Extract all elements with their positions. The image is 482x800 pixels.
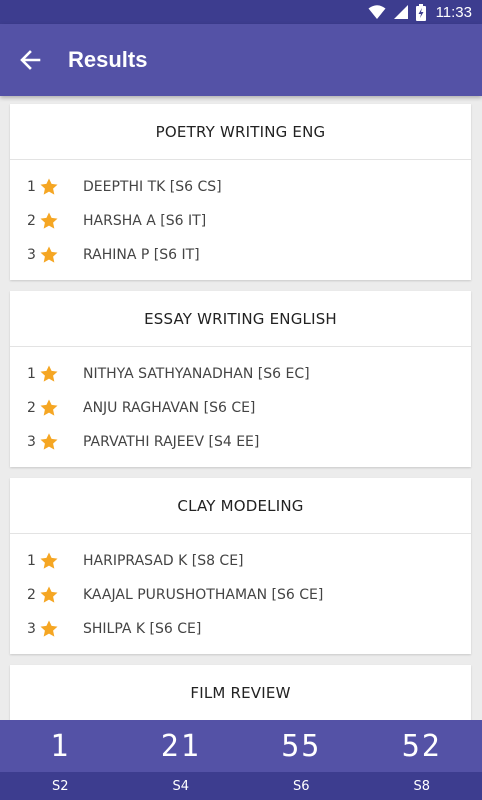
list-item[interactable]: 1 NITHYA SATHYANADHAN [S6 EC] — [10, 357, 471, 391]
status-bar: 11:33 — [0, 0, 482, 24]
star-icon — [40, 365, 58, 382]
label-s8: S8 — [413, 778, 431, 794]
label-s4: S4 — [172, 778, 190, 794]
winner-name: HARSHA A [S6 IT] — [83, 213, 207, 229]
star-icon — [40, 399, 58, 416]
rank: 3 — [27, 621, 36, 637]
winner-name: SHILPA K [S6 CE] — [83, 621, 202, 637]
list-item[interactable]: 3 PARVATHI RAJEEV [S4 EE] — [10, 425, 471, 459]
scoreboard: 1 21 55 52 S2 S4 S6 S8 — [0, 720, 482, 800]
star-icon — [40, 433, 58, 450]
star-icon — [40, 552, 58, 569]
page-title: Results — [68, 47, 148, 72]
winner-name: RAHINA P [S6 IT] — [83, 247, 200, 263]
winner-name: PARVATHI RAJEEV [S4 EE] — [83, 434, 260, 450]
status-time: 11:33 — [435, 3, 472, 21]
signal-icon — [393, 5, 408, 19]
winner-name: ANJU RAGHAVAN [S6 CE] — [83, 400, 256, 416]
score-s2: 1 — [50, 728, 71, 764]
list-item[interactable]: 3 RAHINA P [S6 IT] — [10, 238, 471, 272]
score-s4: 21 — [160, 728, 201, 764]
score-s8: 52 — [401, 728, 442, 764]
rank: 2 — [27, 587, 36, 603]
list-item[interactable]: 1 DEEPTHI TK [S6 CS] — [10, 170, 471, 204]
event-card: CLAY MODELING 1 HARIPRASAD K [S8 CE] 2 K… — [10, 478, 471, 654]
winner-name: NITHYA SATHYANADHAN [S6 EC] — [83, 366, 310, 382]
star-icon — [40, 212, 58, 229]
event-card: POETRY WRITING ENG 1 DEEPTHI TK [S6 CS] … — [10, 104, 471, 280]
label-s6: S6 — [292, 778, 310, 794]
app-bar: Results — [0, 24, 482, 96]
winner-name: DEEPTHI TK [S6 CS] — [83, 179, 222, 195]
rank: 2 — [27, 213, 36, 229]
list-item[interactable]: 2 ANJU RAGHAVAN [S6 CE] — [10, 391, 471, 425]
winner-name: KAAJAL PURUSHOTHAMAN [S6 CE] — [83, 587, 324, 603]
rank: 3 — [27, 434, 36, 450]
rank: 3 — [27, 247, 36, 263]
event-title: CLAY MODELING — [10, 478, 471, 534]
score-s6: 55 — [281, 728, 322, 764]
event-title: POETRY WRITING ENG — [10, 104, 471, 160]
event-card: ESSAY WRITING ENGLISH 1 NITHYA SATHYANAD… — [10, 291, 471, 467]
back-button[interactable] — [0, 24, 60, 96]
list-item[interactable]: 3 SHILPA K [S6 CE] — [10, 612, 471, 646]
label-s2: S2 — [51, 778, 69, 794]
rank: 1 — [27, 366, 36, 382]
battery-charging-icon — [415, 3, 426, 21]
list-item[interactable]: 2 HARSHA A [S6 IT] — [10, 204, 471, 238]
rank: 2 — [27, 400, 36, 416]
event-title: FILM REVIEW — [10, 665, 471, 720]
event-title: ESSAY WRITING ENGLISH — [10, 291, 471, 347]
star-icon — [40, 620, 58, 637]
rank: 1 — [27, 553, 36, 569]
wifi-icon — [368, 5, 386, 19]
winner-name: HARIPRASAD K [S8 CE] — [83, 553, 244, 569]
list-item[interactable]: 1 HARIPRASAD K [S8 CE] — [10, 544, 471, 578]
event-card: FILM REVIEW — [10, 665, 471, 720]
results-list[interactable]: POETRY WRITING ENG 1 DEEPTHI TK [S6 CS] … — [0, 96, 482, 720]
rank: 1 — [27, 179, 36, 195]
star-icon — [40, 178, 58, 195]
arrow-left-icon — [20, 50, 41, 70]
star-icon — [40, 246, 58, 263]
star-icon — [40, 586, 58, 603]
list-item[interactable]: 2 KAAJAL PURUSHOTHAMAN [S6 CE] — [10, 578, 471, 612]
